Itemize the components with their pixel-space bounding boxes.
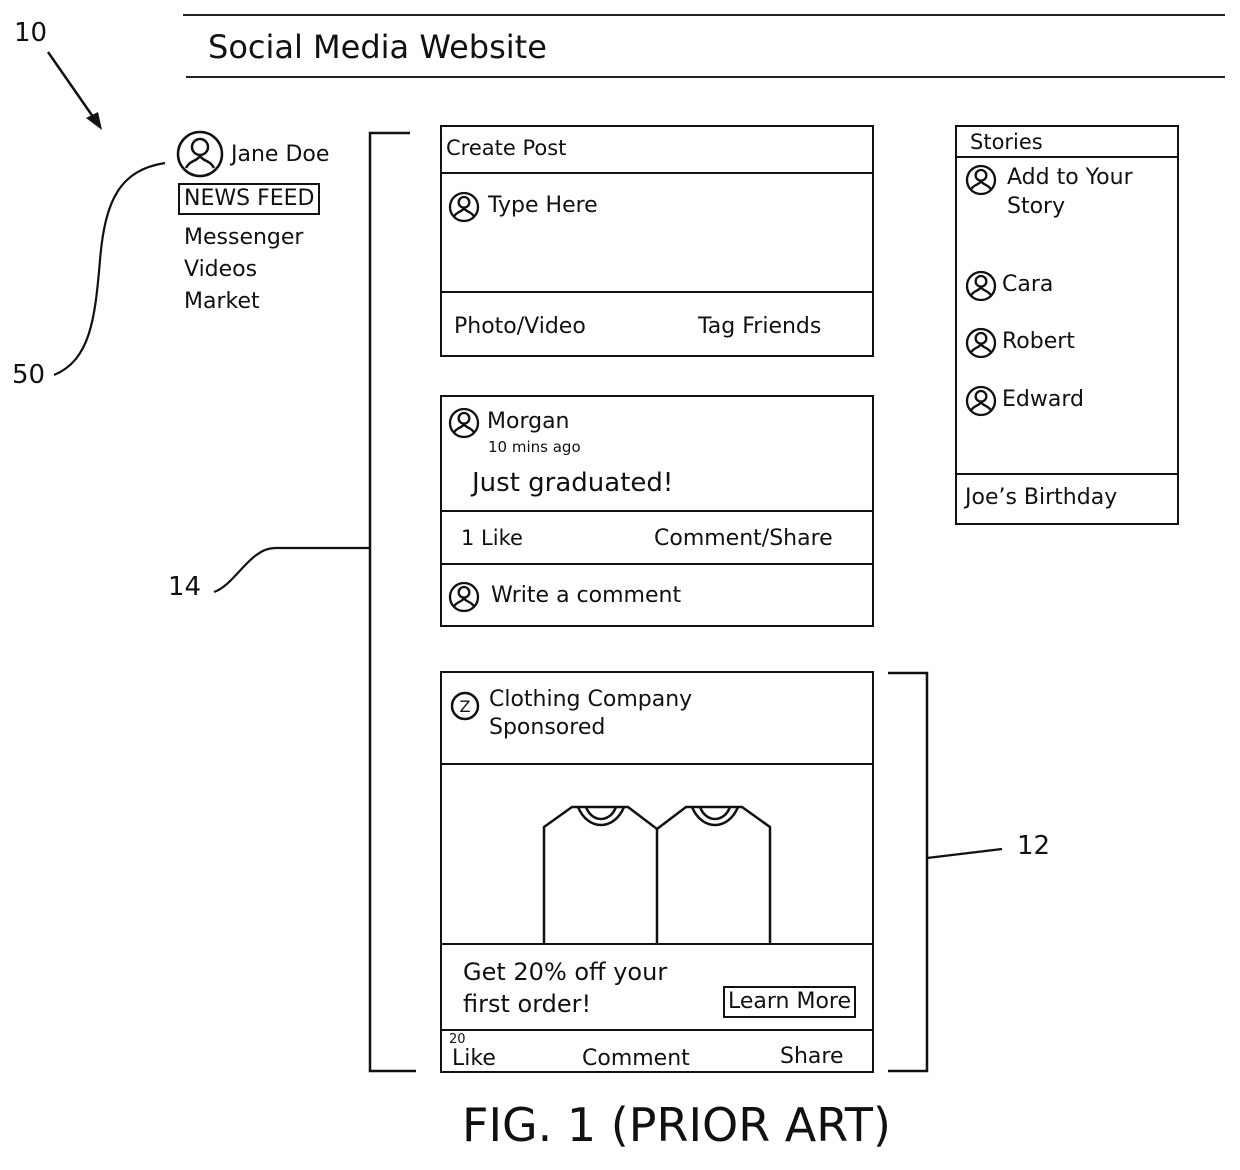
ref-50-leader bbox=[53, 161, 166, 377]
post-like-count[interactable]: 1 Like bbox=[461, 526, 523, 550]
story-item-edward[interactable]: Edward bbox=[957, 385, 1177, 419]
stories-divider-bottom bbox=[957, 473, 1177, 475]
user-avatar-icon[interactable] bbox=[176, 130, 224, 178]
create-post-divider-top bbox=[442, 172, 872, 174]
ad-brand-name[interactable]: Clothing Company bbox=[489, 687, 692, 712]
ad-share-button[interactable]: Share bbox=[780, 1044, 844, 1069]
photo-video-button[interactable]: Photo/Video bbox=[454, 314, 586, 339]
post-comment-share-button[interactable]: Comment/Share bbox=[654, 526, 833, 551]
sponsored-ad-card: Z Clothing Company Sponsored Get 20% off… bbox=[440, 671, 874, 1073]
learn-more-button[interactable]: Learn More bbox=[723, 986, 857, 1018]
user-name[interactable]: Jane Doe bbox=[231, 142, 329, 167]
ad-offer-line1: Get 20% off your bbox=[463, 958, 668, 986]
create-post-card: Create Post Type Here Photo/Video Tag Fr… bbox=[440, 125, 874, 357]
birthday-notice[interactable]: Joe’s Birthday bbox=[965, 485, 1117, 510]
story-item-cara[interactable]: Cara bbox=[957, 270, 1177, 304]
story-item-robert[interactable]: Robert bbox=[957, 327, 1177, 361]
story-name: Edward bbox=[1002, 387, 1084, 412]
tag-friends-button[interactable]: Tag Friends bbox=[698, 314, 821, 339]
add-story-avatar-icon bbox=[965, 164, 997, 196]
ad-offer-line2: first order! bbox=[463, 990, 592, 1018]
ad-divider-actions bbox=[442, 1029, 872, 1031]
ad-like-count: 20 bbox=[449, 1032, 466, 1047]
ref-12-leader bbox=[926, 847, 1003, 860]
sidebar-item-market[interactable]: Market bbox=[184, 289, 260, 314]
ref-10-arrow-line bbox=[46, 51, 100, 125]
add-story-line2: Story bbox=[1007, 194, 1066, 219]
sidebar-item-videos[interactable]: Videos bbox=[184, 257, 257, 282]
post-body: Just graduated! bbox=[472, 468, 674, 498]
add-story-line1: Add to Your bbox=[1007, 165, 1133, 190]
post-divider-top bbox=[442, 510, 872, 512]
ad-product-image[interactable] bbox=[442, 765, 872, 943]
stories-divider-top bbox=[957, 156, 1177, 158]
story-avatar-icon bbox=[965, 270, 997, 302]
story-name: Cara bbox=[1002, 272, 1054, 297]
feed-bracket bbox=[368, 131, 416, 1073]
figure-caption: FIG. 1 (PRIOR ART) bbox=[462, 1098, 891, 1152]
ad-sponsored-label: Sponsored bbox=[489, 715, 606, 740]
stories-panel: Stories Add to Your Story Cara Robert Ed… bbox=[955, 125, 1179, 525]
add-to-story-button[interactable]: Add to Your Story bbox=[957, 159, 1177, 225]
post-timestamp: 10 mins ago bbox=[488, 438, 581, 456]
ref-label-14: 14 bbox=[168, 572, 202, 602]
create-post-input[interactable]: Type Here bbox=[442, 175, 872, 291]
ref-10-arrowhead bbox=[86, 112, 102, 130]
tshirt-left-icon bbox=[542, 805, 659, 943]
brand-logo-letter: Z bbox=[460, 697, 471, 716]
ref-label-10: 10 bbox=[14, 18, 48, 48]
ad-comment-button[interactable]: Comment bbox=[582, 1046, 690, 1071]
create-post-title: Create Post bbox=[446, 136, 567, 160]
ad-bracket bbox=[888, 671, 929, 1073]
ref-14-leader bbox=[213, 546, 276, 594]
post-card: Morgan 10 mins ago Just graduated! 1 Lik… bbox=[440, 395, 874, 627]
story-name: Robert bbox=[1002, 329, 1075, 354]
post-author-name[interactable]: Morgan bbox=[487, 409, 570, 434]
commenter-avatar-icon bbox=[448, 581, 480, 613]
comment-placeholder: Write a comment bbox=[491, 583, 682, 608]
stories-title: Stories bbox=[970, 130, 1043, 154]
create-post-divider-bottom bbox=[442, 291, 872, 293]
post-author-avatar-icon[interactable] bbox=[448, 407, 480, 439]
sidebar-item-news-feed[interactable]: NEWS FEED bbox=[178, 183, 321, 215]
create-post-placeholder: Type Here bbox=[488, 193, 598, 218]
ref-label-12: 12 bbox=[1017, 831, 1051, 861]
tshirt-right-icon bbox=[656, 805, 772, 943]
story-avatar-icon bbox=[965, 385, 997, 417]
ad-divider-image-bottom bbox=[442, 943, 872, 945]
ref-label-50: 50 bbox=[12, 360, 46, 390]
sidebar-item-messenger[interactable]: Messenger bbox=[184, 225, 303, 250]
story-avatar-icon bbox=[965, 327, 997, 359]
ad-like-button[interactable]: Like bbox=[452, 1046, 496, 1071]
comment-input[interactable]: Write a comment bbox=[442, 566, 872, 625]
post-divider-bottom bbox=[442, 563, 872, 565]
brand-logo-icon[interactable]: Z bbox=[450, 691, 480, 721]
avatar-icon bbox=[448, 191, 480, 223]
